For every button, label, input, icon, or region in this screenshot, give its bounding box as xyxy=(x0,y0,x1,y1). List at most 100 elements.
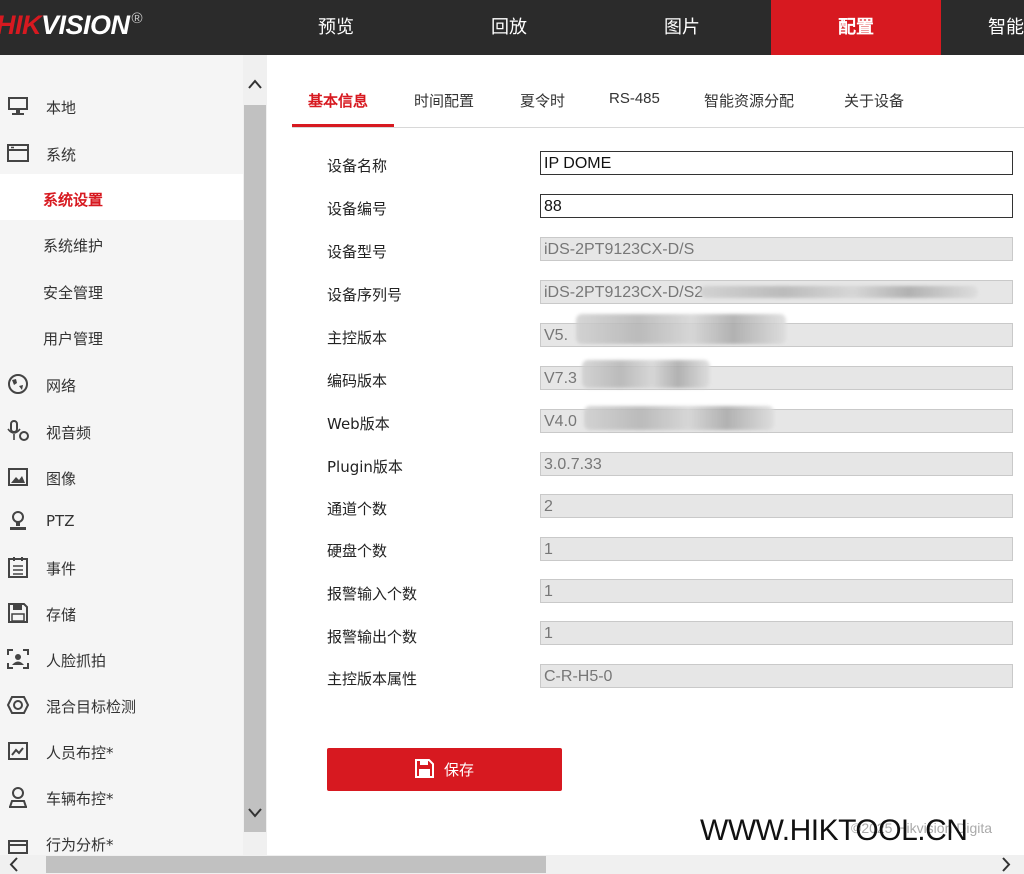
tab-about-device[interactable]: 关于设备 xyxy=(844,90,904,111)
save-button-label: 保存 xyxy=(444,761,475,779)
redaction-blur xyxy=(700,286,978,298)
device-model-field: iDS-2PT9123CX-D/S xyxy=(540,237,1013,261)
sidebar-item-label: 系统维护 xyxy=(43,237,104,255)
sidebar-item-label: 安全管理 xyxy=(43,284,104,302)
active-tab-indicator xyxy=(292,124,394,127)
sidebar-item-network[interactable]: 网络 xyxy=(0,360,243,406)
sidebar-item-label: PTZ xyxy=(46,512,75,530)
top-navigation-bar: HIKVISION ® 预览 回放 图片 配置 智能 xyxy=(0,0,1024,55)
chevron-right-icon[interactable] xyxy=(998,856,1014,873)
field-label-hdd-count: 硬盘个数 xyxy=(327,542,388,560)
image-icon xyxy=(8,468,28,486)
person-monitor-icon xyxy=(8,742,28,760)
sidebar-item-label: 图像 xyxy=(46,470,77,488)
sidebar-item-person-monitoring[interactable]: 人员布控* xyxy=(0,727,243,773)
field-label-alarm-output-count: 报警输出个数 xyxy=(327,628,418,646)
microphone-icon xyxy=(7,420,29,441)
vehicle-monitor-icon xyxy=(9,787,27,808)
firmware-attribute-field: C-R-H5-0 xyxy=(540,664,1013,688)
sidebar-item-label: 本地 xyxy=(46,99,77,117)
device-number-input[interactable]: 88 xyxy=(540,194,1013,218)
sidebar-item-video-audio[interactable]: 视音频 xyxy=(0,407,243,453)
sidebar-item-face-capture[interactable]: 人脸抓拍 xyxy=(0,635,243,681)
nav-playback[interactable]: 回放 xyxy=(485,0,533,55)
sidebar-item-system-maintenance[interactable]: 系统维护 xyxy=(0,220,243,266)
hikvision-logo: HIKVISION ® xyxy=(0,10,143,40)
field-label-channel-count: 通道个数 xyxy=(327,500,388,518)
sidebar-scrollbar-thumb[interactable] xyxy=(244,105,266,832)
horizontal-scrollbar-thumb[interactable] xyxy=(46,856,546,873)
sidebar-item-label: 用户管理 xyxy=(43,330,104,348)
chevron-left-icon[interactable] xyxy=(6,856,22,873)
tab-rs485[interactable]: RS-485 xyxy=(609,90,660,107)
field-label-serial-number: 设备序列号 xyxy=(327,286,403,304)
sidebar-item-security[interactable]: 安全管理 xyxy=(0,267,243,313)
floppy-icon xyxy=(415,759,434,778)
alarm-input-count-field: 1 xyxy=(540,579,1013,603)
sidebar-item-label: 网络 xyxy=(46,377,77,395)
nav-preview[interactable]: 预览 xyxy=(312,0,360,55)
system-icon xyxy=(7,144,29,162)
sidebar-item-event[interactable]: 事件 xyxy=(0,543,243,589)
behavior-analysis-icon xyxy=(8,840,28,854)
field-label-firmware-attribute: 主控版本属性 xyxy=(327,670,418,688)
sidebar-item-user-management[interactable]: 用户管理 xyxy=(0,313,243,359)
calendar-icon xyxy=(8,557,28,578)
monitor-icon xyxy=(8,97,28,115)
tab-time-settings[interactable]: 时间配置 xyxy=(414,90,474,111)
face-capture-icon xyxy=(7,649,29,669)
sidebar-item-label: 行为分析* xyxy=(46,836,114,854)
sidebar: 本地 系统 系统设置 系统维护 安全管理 用户管理 网络 视音频 图像 PTZ … xyxy=(0,55,243,855)
tab-dst[interactable]: 夏令时 xyxy=(520,90,565,111)
sidebar-item-label: 车辆布控* xyxy=(46,790,114,808)
sidebar-item-storage[interactable]: 存储 xyxy=(0,589,243,635)
field-label-firmware-version: 主控版本 xyxy=(327,329,388,347)
field-label-alarm-input-count: 报警输入个数 xyxy=(327,585,418,603)
sidebar-item-vehicle-monitoring[interactable]: 车辆布控* xyxy=(0,773,243,819)
field-label-device-model: 设备型号 xyxy=(327,243,388,261)
sidebar-item-label: 人脸抓拍 xyxy=(46,652,107,670)
horizontal-scrollbar[interactable] xyxy=(0,855,1024,874)
sidebar-item-system-settings[interactable]: 系统设置 xyxy=(0,174,243,220)
nav-picture[interactable]: 图片 xyxy=(658,0,706,55)
channel-count-field: 2 xyxy=(540,494,1013,518)
tab-basic-info[interactable]: 基本信息 xyxy=(308,90,368,111)
sidebar-item-label: 人员布控* xyxy=(46,744,114,762)
save-button[interactable]: 保存 xyxy=(327,748,562,791)
globe-icon xyxy=(8,374,28,394)
sidebar-item-system[interactable]: 系统 xyxy=(0,129,243,175)
plugin-version-field: 3.0.7.33 xyxy=(540,452,1013,476)
sidebar-item-label: 视音频 xyxy=(46,424,92,442)
sidebar-item-mixed-detection[interactable]: 混合目标检测 xyxy=(0,681,243,727)
field-label-device-name: 设备名称 xyxy=(327,157,388,175)
sidebar-item-ptz[interactable]: PTZ xyxy=(0,497,243,543)
floppy-icon xyxy=(8,603,28,623)
redaction-blur xyxy=(582,360,710,388)
nav-intelligent[interactable]: 智能 xyxy=(988,0,1024,55)
watermark-text: WWW.HIKTOOL.CN xyxy=(700,814,968,847)
alarm-output-count-field: 1 xyxy=(540,621,1013,645)
chevron-up-icon[interactable] xyxy=(247,77,263,93)
sidebar-item-label: 存储 xyxy=(46,606,77,624)
hdd-count-field: 1 xyxy=(540,537,1013,561)
ptz-icon xyxy=(10,511,26,530)
nav-configuration[interactable]: 配置 xyxy=(771,0,941,55)
mixed-detection-icon xyxy=(6,696,30,714)
sidebar-item-label: 系统设置 xyxy=(43,191,104,209)
field-label-web-version: Web版本 xyxy=(327,415,390,433)
sidebar-item-image[interactable]: 图像 xyxy=(0,453,243,499)
chevron-down-icon[interactable] xyxy=(247,804,263,820)
tab-resource-allocation[interactable]: 智能资源分配 xyxy=(704,90,794,111)
sidebar-scrollbar[interactable] xyxy=(243,55,267,855)
sidebar-item-label: 系统 xyxy=(46,146,77,164)
sidebar-item-behavior-analysis[interactable]: 行为分析* xyxy=(0,819,243,855)
redaction-blur xyxy=(576,314,786,344)
field-label-encoding-version: 编码版本 xyxy=(327,372,388,390)
sidebar-item-local[interactable]: 本地 xyxy=(0,82,243,128)
config-tabs: 基本信息 时间配置 夏令时 RS-485 智能资源分配 关于设备 xyxy=(292,78,1024,128)
sidebar-item-label: 混合目标检测 xyxy=(46,698,137,716)
device-name-input[interactable]: IP DOME xyxy=(540,151,1013,175)
field-label-device-number: 设备编号 xyxy=(327,200,388,218)
field-label-plugin-version: Plugin版本 xyxy=(327,458,403,476)
sidebar-item-label: 事件 xyxy=(46,560,77,578)
